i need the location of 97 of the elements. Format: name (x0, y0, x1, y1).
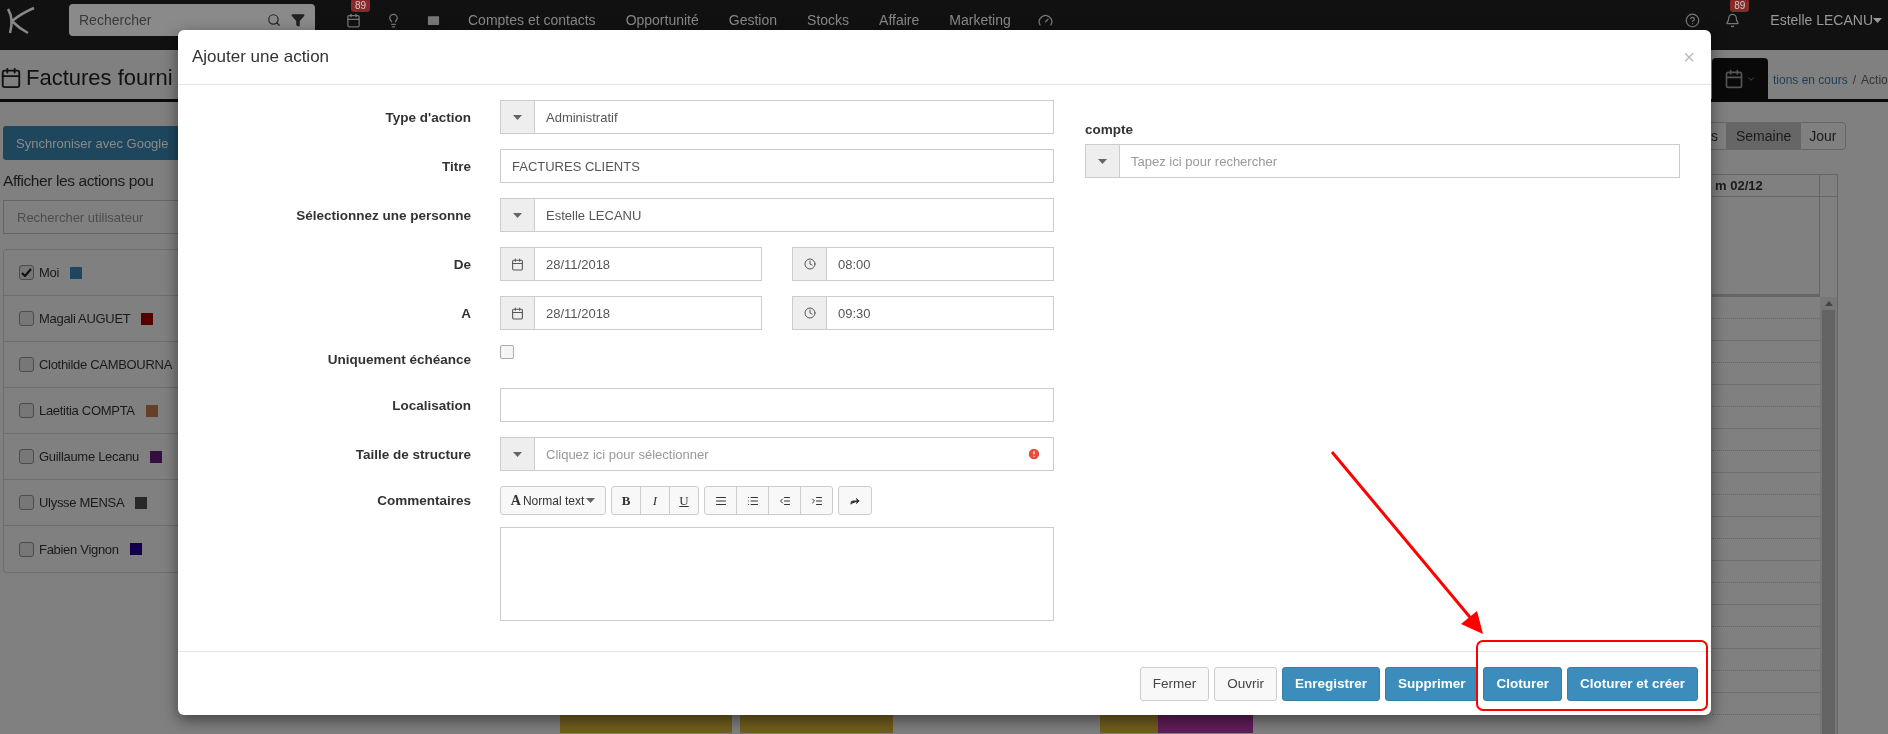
search-icon (267, 13, 281, 27)
field-label: Commentaires (376, 492, 471, 509)
text-field[interactable]: FACTURES CLIENTS (500, 149, 1054, 184)
sync-button[interactable]: Synchroniser avec Google (3, 126, 178, 160)
bullet-list-button[interactable] (736, 486, 769, 516)
format-button[interactable]: I (640, 486, 670, 516)
dialog-title: Ajouter une action (192, 47, 330, 68)
user-menu[interactable]: Estelle LECANU (1770, 12, 1873, 28)
logo[interactable] (4, 5, 36, 35)
caret-icon (586, 498, 596, 504)
field-label: Localisation (391, 397, 471, 413)
list-button[interactable] (704, 486, 737, 516)
user-name: Laetitia COMPTA (39, 403, 135, 418)
user-name: Ulysse MENSA (39, 495, 125, 510)
bullet-list-icon (746, 494, 759, 507)
select-field[interactable]: Estelle LECANU (500, 198, 1054, 233)
clock-icon (803, 307, 816, 320)
format-button[interactable]: U (669, 486, 699, 516)
field-label: compte (1085, 122, 1134, 138)
notification-badge: 89 (351, 0, 371, 12)
select-field[interactable]: Administratif (500, 100, 1054, 135)
user-name: Clothilde CAMBOURNA (39, 357, 172, 372)
checkbox[interactable] (19, 357, 34, 372)
field-label: Titre (441, 158, 471, 174)
calendar-menu-button[interactable] (1712, 58, 1768, 99)
user-name: Magali AUGUET (39, 311, 131, 326)
format-button[interactable]: B (611, 486, 641, 516)
checkbox[interactable] (19, 265, 34, 280)
checkbox[interactable] (19, 495, 34, 510)
dialog-button[interactable]: Fermer (1139, 666, 1210, 701)
date-field[interactable]: 28/11/2018 (500, 296, 762, 331)
calendar-icon (511, 257, 524, 271)
indent-button[interactable] (800, 486, 833, 516)
view-tab[interactable]: Jour (1800, 122, 1846, 150)
field-label: De (452, 256, 471, 272)
nav-menu-item[interactable]: Stocks (792, 12, 865, 28)
user-name: Fabien Vignon (39, 541, 119, 557)
checkbox[interactable] (19, 449, 34, 464)
bell-icon[interactable] (1724, 12, 1740, 28)
caret-icon (1873, 17, 1882, 23)
checkbox[interactable] (19, 311, 34, 326)
checkbox[interactable] (500, 345, 514, 360)
dialog-button[interactable]: Enregistrer (1281, 666, 1380, 701)
page-title: Factures fourni (0, 65, 178, 91)
caret-icon (513, 451, 522, 457)
column-header: m 02/12 (1712, 175, 1820, 196)
calendar-icon (0, 67, 22, 89)
gauge-icon[interactable] (1038, 12, 1054, 28)
nav-menu-item[interactable]: Affaire (864, 12, 935, 28)
calendar-icon[interactable] (345, 12, 361, 28)
dialog-button[interactable]: Supprimer (1384, 666, 1479, 701)
scrollbar[interactable] (1820, 297, 1837, 734)
breadcrumb-item: Actio (1861, 73, 1888, 87)
checkbox[interactable] (19, 541, 34, 557)
time-field[interactable]: 08:00 (792, 247, 1054, 282)
help-icon[interactable] (1684, 12, 1700, 28)
caret-icon (513, 212, 522, 218)
outdent-button[interactable] (768, 486, 801, 516)
checkbox[interactable] (19, 403, 34, 418)
account-search-field[interactable]: Tapez ici pour rechercher (1085, 144, 1680, 179)
caret-icon (513, 114, 522, 120)
list-icon (714, 494, 727, 507)
field-label: Sélectionnez une personne (295, 207, 471, 223)
dialog-button[interactable]: Ouvrir (1214, 666, 1277, 701)
text-style-dropdown[interactable]: A Normal text (500, 486, 606, 516)
notification-badge: 89 (1730, 0, 1750, 12)
user-name: Moi (39, 265, 60, 280)
outdent-icon (778, 494, 791, 507)
breadcrumb-separator: / (1852, 73, 1857, 87)
comment-field[interactable] (500, 527, 1054, 622)
search-field[interactable]: Rechercher (69, 4, 315, 36)
redo-button[interactable] (838, 486, 872, 516)
nav-menu-item[interactable]: Opportunité (610, 12, 714, 28)
user-name: Guillaume Lecanu (39, 449, 139, 464)
field-label: A (460, 305, 471, 321)
calendar-icon (511, 306, 524, 320)
date-field[interactable]: 28/11/2018 (500, 247, 762, 282)
dialog-button[interactable]: Cloturer et créer (1566, 666, 1698, 701)
breadcrumb-link[interactable]: tions en cours (1773, 73, 1848, 87)
calendar-icon (1724, 68, 1744, 89)
field-label: Taille de structure (354, 446, 471, 462)
nav-menu-item[interactable]: Marketing (934, 12, 1026, 28)
nav-menu-item[interactable]: Comptes et contacts (453, 12, 611, 28)
clock-icon (803, 258, 816, 271)
caret-icon (1098, 158, 1107, 164)
section-heading: Afficher les actions pou (3, 172, 155, 190)
text-field[interactable] (500, 388, 1054, 423)
scroll-up-icon[interactable] (1824, 301, 1833, 306)
select-field[interactable]: Cliquez ici pour sélectionner (500, 437, 1054, 472)
time-field[interactable]: 09:30 (792, 296, 1054, 331)
view-tab[interactable]: Semaine (1727, 122, 1801, 150)
field-label: Type d'action (384, 109, 471, 125)
dialog-button[interactable]: Cloturer (1483, 666, 1562, 701)
field-label: Uniquement échéance (326, 351, 471, 367)
nav-menu-item[interactable]: Gestion (713, 12, 793, 28)
indent-icon (810, 494, 823, 507)
filter-icon (291, 13, 305, 27)
